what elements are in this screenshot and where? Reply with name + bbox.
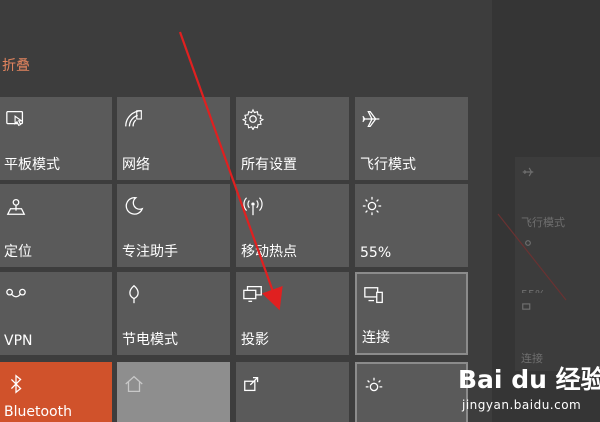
- connect-icon: [522, 303, 531, 310]
- brightness-sun-icon: [362, 196, 382, 216]
- tile-vpn[interactable]: VPN: [0, 272, 112, 355]
- tile-label: 网络: [122, 157, 150, 173]
- connect-icon: [364, 287, 383, 304]
- tile-all-settings[interactable]: 所有设置: [236, 97, 349, 180]
- tile-label: 所有设置: [241, 157, 297, 173]
- tile-airplane-mode[interactable]: 飞行模式: [355, 97, 468, 180]
- network-icon: [125, 110, 142, 127]
- watermark-logo: Bai du 经验: [458, 360, 600, 396]
- tile-project[interactable]: 投影: [236, 272, 349, 355]
- location-icon: [6, 198, 26, 215]
- mobile-hotspot-icon: [243, 197, 263, 216]
- tile-battery-saver[interactable]: 节电模式: [117, 272, 230, 355]
- project-icon: [243, 286, 262, 302]
- watermark-logo-text: Bai du 经验: [458, 365, 600, 394]
- night-light-icon: [365, 377, 383, 392]
- baidu-jingyan-watermark: Bai du 经验 jingyan.baidu.com: [458, 360, 600, 422]
- tile-tablet-mode[interactable]: 平板模式: [0, 97, 112, 180]
- tile-mobile-hotspot[interactable]: 移动热点: [236, 184, 349, 267]
- tile-label: Bluetooth: [4, 404, 72, 420]
- airplane-icon: [362, 111, 380, 127]
- tile-share[interactable]: [236, 362, 349, 422]
- share-icon: [244, 376, 259, 392]
- tablet-mode-icon: [6, 111, 24, 127]
- tile-focus-assist[interactable]: 专注助手: [117, 184, 230, 267]
- bluetooth-icon: [10, 374, 22, 394]
- tile-label: 55%: [360, 245, 392, 261]
- tile-label: 节电模式: [122, 332, 178, 348]
- screenshot-root: 飞行模式 55% 连接 折叠 平板模式 网络: [0, 0, 600, 422]
- tile-location[interactable]: 定位: [0, 184, 112, 267]
- tile-night-light[interactable]: [355, 362, 468, 422]
- battery-saver-icon: [129, 284, 139, 304]
- tile-label: 定位: [4, 244, 32, 260]
- settings-gear-icon: [242, 108, 264, 130]
- tile-label: 飞行模式: [360, 157, 416, 173]
- watermark-site: jingyan.baidu.com: [462, 398, 582, 412]
- tile-label: 平板模式: [4, 157, 60, 173]
- moon-icon: [125, 197, 144, 215]
- home-icon: [125, 375, 143, 392]
- action-center-panel: 折叠 平板模式 网络 所有设置 飞行模式 定位 专注助手 移动热点 55% VP…: [0, 0, 492, 422]
- brightness-sun-icon: [525, 240, 531, 246]
- collapse-link[interactable]: 折叠: [2, 55, 30, 75]
- background-tile: 飞行模式: [515, 157, 600, 235]
- tile-label: 移动热点: [241, 244, 297, 260]
- tile-bluetooth[interactable]: Bluetooth: [0, 362, 112, 422]
- tile-label: 专注助手: [122, 244, 178, 260]
- airplane-icon: [522, 167, 534, 177]
- tile-label: 连接: [362, 330, 390, 346]
- tile-label: VPN: [4, 333, 33, 349]
- tile-label: 投影: [241, 332, 269, 348]
- tile-connect[interactable]: 连接: [355, 272, 468, 355]
- vpn-icon: [6, 288, 26, 298]
- tile-network[interactable]: 网络: [117, 97, 230, 180]
- tile-brightness[interactable]: 55%: [355, 184, 468, 267]
- tile-home[interactable]: [117, 362, 230, 422]
